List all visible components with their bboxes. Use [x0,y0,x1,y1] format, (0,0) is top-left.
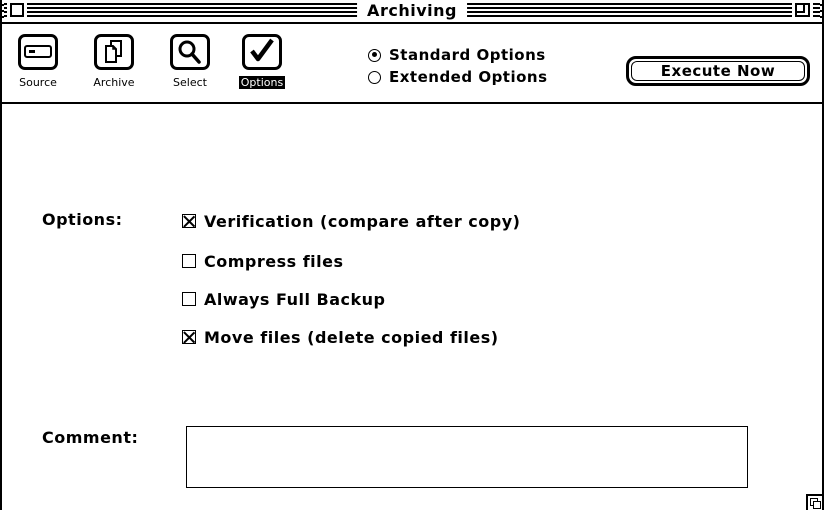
options-label: Options: [42,210,123,229]
options-mode-group: Standard Options Extended Options [368,44,548,88]
close-box-icon[interactable] [7,0,27,20]
toolbar: Source Archive Select Options Standard O… [2,22,822,104]
extended-options-label[interactable]: Extended Options [389,68,548,86]
compress-files-label[interactable]: Compress files [204,252,344,271]
verification-checkbox[interactable] [182,214,196,228]
extended-options-radio-row[interactable]: Extended Options [368,66,548,88]
checkmark-icon[interactable] [242,34,282,70]
tool-archive[interactable]: Archive [84,34,144,90]
verification-label[interactable]: Verification (compare after copy) [204,212,520,231]
comment-label: Comment: [42,428,139,447]
extended-options-radio[interactable] [368,70,381,84]
compress-files-checkbox[interactable] [182,254,196,268]
zoom-box-icon[interactable] [792,0,813,20]
window-title: Archiving [357,1,467,21]
tool-archive-label: Archive [93,76,135,89]
tool-select-label: Select [173,76,207,89]
standard-options-radio[interactable] [368,48,381,62]
option-always-full-backup[interactable]: Always Full Backup [182,288,386,310]
always-full-backup-label[interactable]: Always Full Backup [204,290,386,309]
tool-select[interactable]: Select [164,34,216,90]
move-files-checkbox[interactable] [182,330,196,344]
drive-icon[interactable] [18,34,58,70]
documents-icon[interactable] [94,34,134,70]
magnifier-icon[interactable] [170,34,210,70]
always-full-backup-checkbox[interactable] [182,292,196,306]
tool-source-label: Source [19,76,57,89]
title-bar[interactable]: Archiving [2,0,822,24]
option-move-files[interactable]: Move files (delete copied files) [182,326,499,348]
execute-now-label: Execute Now [660,62,776,80]
standard-options-radio-row[interactable]: Standard Options [368,44,548,66]
tool-options[interactable]: Options [232,34,292,90]
comment-field[interactable] [186,426,748,488]
standard-options-label[interactable]: Standard Options [389,46,546,64]
archiving-window: Archiving Source Archive Select Options … [0,0,824,510]
move-files-label[interactable]: Move files (delete copied files) [204,328,499,347]
execute-now-button[interactable]: Execute Now [626,56,810,86]
tool-source[interactable]: Source [12,34,64,90]
option-verification[interactable]: Verification (compare after copy) [182,210,520,232]
tool-options-label: Options [238,76,286,89]
resize-icon[interactable] [806,494,822,510]
option-compress-files[interactable]: Compress files [182,250,344,272]
